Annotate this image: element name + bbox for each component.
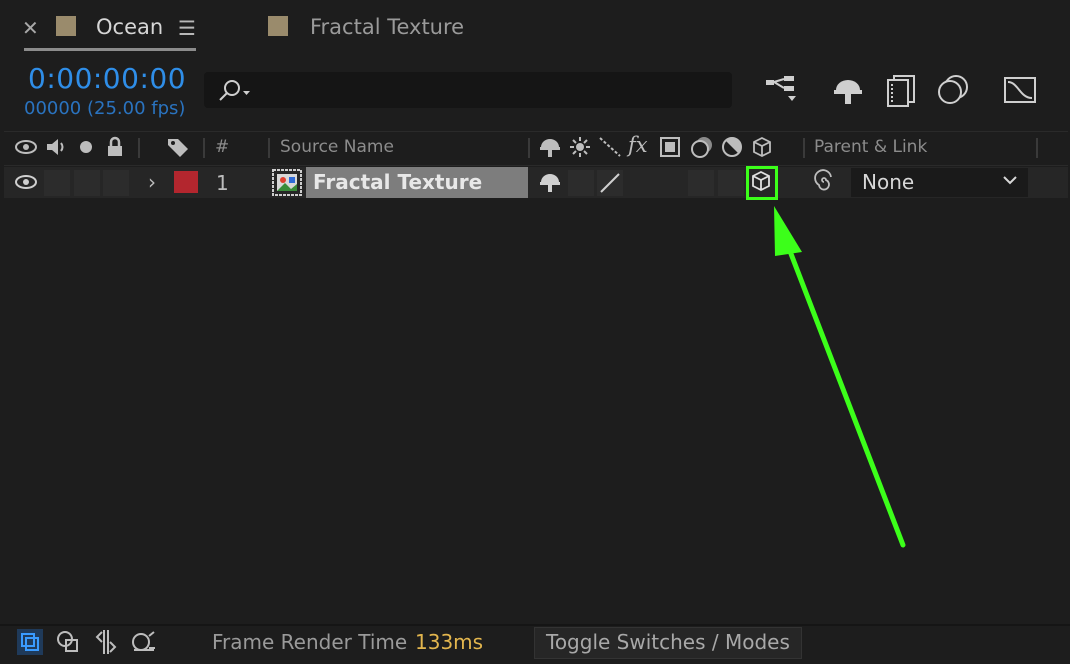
motion-blur-icon[interactable] xyxy=(936,72,972,108)
adjustment-layer-icon xyxy=(720,135,744,159)
layer-name[interactable]: Fractal Texture xyxy=(313,170,482,194)
tab-ocean[interactable]: Ocean xyxy=(96,15,163,39)
layer-number: 1 xyxy=(216,171,229,195)
column-source-name-header[interactable]: Source Name xyxy=(280,137,394,157)
column-divider xyxy=(268,138,270,158)
parent-layer-value: None xyxy=(862,170,915,194)
search-icon xyxy=(219,80,250,101)
toggle-switches-modes-label: Toggle Switches / Modes xyxy=(546,630,790,654)
tab-fractal-texture[interactable]: Fractal Texture xyxy=(310,15,464,39)
expand-chevron-icon[interactable]: › xyxy=(148,170,156,194)
frame-count-display: 00000 (25.00 fps) xyxy=(24,98,186,119)
column-divider xyxy=(138,138,140,158)
frame-blending-switch-icon xyxy=(658,135,682,159)
effects-switch-header: fx xyxy=(628,133,648,157)
frame-blending-icon[interactable] xyxy=(884,72,920,108)
in-out-duration-pane-icon[interactable] xyxy=(92,628,120,656)
column-divider xyxy=(1036,138,1038,158)
layer-search-input[interactable] xyxy=(204,72,732,108)
layer-effects-switch[interactable] xyxy=(628,170,684,196)
video-visibility-icon xyxy=(14,135,38,159)
composition-flowchart-icon[interactable] xyxy=(762,72,798,108)
motion-blur-switch-icon xyxy=(690,135,714,159)
3d-switch-highlight-box xyxy=(746,166,778,200)
solo-icon xyxy=(74,135,98,159)
close-tab-icon[interactable]: ✕ xyxy=(22,16,39,40)
chevron-down-icon[interactable] xyxy=(1002,172,1018,192)
current-time-display[interactable]: 0:00:00:00 xyxy=(28,62,186,95)
layer-audio-toggle[interactable] xyxy=(44,170,70,196)
render-time-pane-icon[interactable] xyxy=(130,628,158,656)
layer-frame-blend-switch[interactable] xyxy=(688,170,714,196)
layer-lock-toggle[interactable] xyxy=(103,170,129,196)
3d-layer-header-icon xyxy=(750,135,774,159)
tab-color-swatch xyxy=(268,16,288,36)
lock-icon xyxy=(103,135,127,159)
layer-quality-switch[interactable] xyxy=(597,170,623,196)
layer-label-color[interactable] xyxy=(174,171,198,193)
collapse-transformations-icon xyxy=(568,135,592,159)
layer-motion-blur-switch[interactable] xyxy=(718,170,744,196)
parent-pick-whip-icon[interactable] xyxy=(811,169,837,195)
column-divider xyxy=(203,138,205,158)
layer-switches-pane-icon[interactable] xyxy=(16,628,44,656)
shy-layers-icon[interactable] xyxy=(830,72,866,108)
label-tag-icon xyxy=(166,135,190,159)
panel-menu-icon[interactable]: ☰ xyxy=(178,16,196,40)
layer-collapse-switch[interactable] xyxy=(568,170,594,196)
column-parent-link-header[interactable]: Parent & Link xyxy=(814,137,927,157)
quality-icon xyxy=(598,135,622,159)
frame-render-time-value: 133ms xyxy=(415,630,484,654)
frame-render-time-label: Frame Render Time xyxy=(212,630,408,654)
column-divider xyxy=(528,138,530,158)
footage-thumbnail-icon xyxy=(272,169,302,196)
column-number-header[interactable]: # xyxy=(215,137,229,157)
layer-solo-toggle[interactable] xyxy=(74,170,100,196)
transfer-controls-pane-icon[interactable] xyxy=(54,628,82,656)
layer-visibility-toggle[interactable] xyxy=(14,170,38,194)
tab-color-swatch xyxy=(56,16,76,36)
audio-icon xyxy=(44,135,68,159)
shy-switch-icon xyxy=(538,135,562,159)
active-tab-indicator xyxy=(24,48,196,51)
column-divider xyxy=(803,138,805,158)
graph-editor-icon[interactable] xyxy=(1002,72,1038,108)
layer-shy-switch[interactable] xyxy=(538,170,562,194)
